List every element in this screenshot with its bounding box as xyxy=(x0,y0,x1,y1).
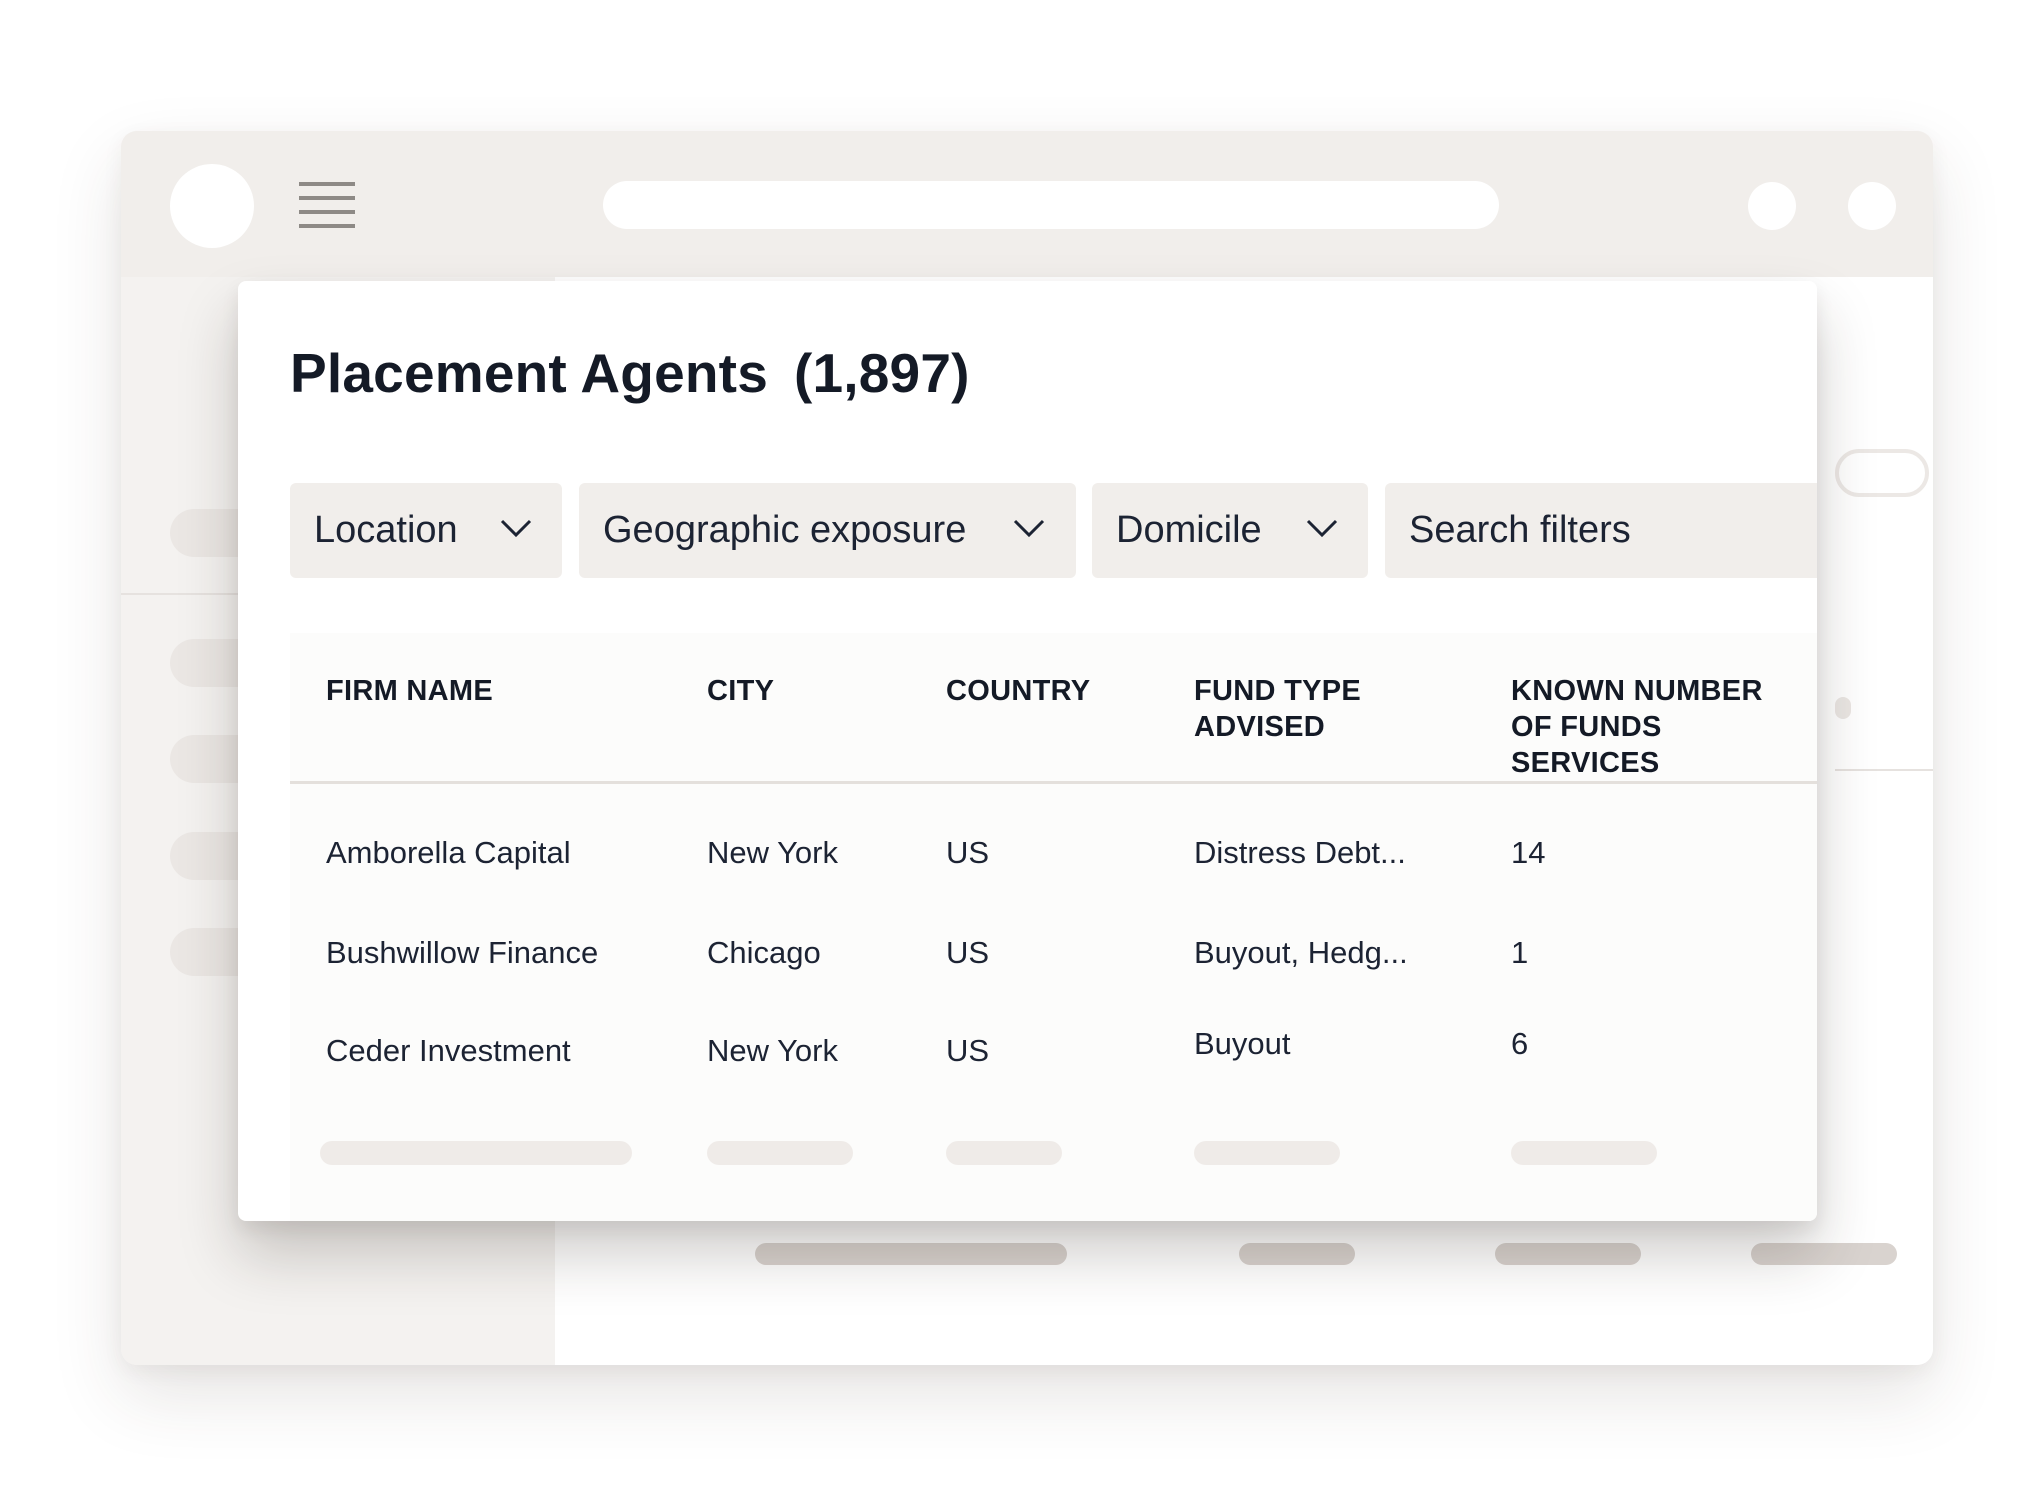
chevron-down-icon xyxy=(1013,518,1045,540)
table-row-3-city: New York xyxy=(707,1033,838,1068)
chevron-down-icon xyxy=(500,518,532,540)
column-header-firm-name[interactable]: FIRM NAME xyxy=(326,673,493,709)
table-row-2-firm[interactable]: Bushwillow Finance xyxy=(326,935,598,971)
search-filters-placeholder: Search filters xyxy=(1409,509,1631,551)
loading-placeholder xyxy=(707,1141,853,1165)
table-row-3-country: US xyxy=(946,1033,990,1068)
background-placeholder xyxy=(1835,697,1851,719)
background-placeholder xyxy=(1751,1243,1897,1265)
table-row-3-funds: 6 xyxy=(1511,1026,1529,1061)
table-row-1-funds: 14 xyxy=(1511,835,1546,870)
geographic-exposure-filter-label: Geographic exposure xyxy=(603,509,967,551)
table-header-divider xyxy=(290,781,1817,784)
browser-top-bar xyxy=(121,131,1933,277)
table-row-1-country: US xyxy=(946,835,990,870)
page-title-text: Placement Agents xyxy=(290,342,768,404)
background-placeholder xyxy=(1495,1243,1641,1265)
table-row-2-city: Chicago xyxy=(707,935,821,970)
location-filter-dropdown[interactable]: Location xyxy=(290,483,562,578)
column-header-known-funds[interactable]: KNOWN NUMBER OF FUNDS SERVICES xyxy=(1511,673,1817,781)
result-count: (1,897) xyxy=(793,342,970,404)
loading-placeholder xyxy=(1194,1141,1340,1165)
column-header-fund-type[interactable]: FUND TYPE ADVISED xyxy=(1194,673,1361,745)
table-row-2-funds: 1 xyxy=(1511,935,1529,970)
column-header-city[interactable]: CITY xyxy=(707,673,774,709)
background-placeholder xyxy=(1835,449,1929,497)
avatar[interactable] xyxy=(170,164,254,248)
table-row-2-country: US xyxy=(946,935,990,970)
address-bar[interactable] xyxy=(603,181,1499,229)
table-row-1-city: New York xyxy=(707,835,838,870)
domicile-filter-label: Domicile xyxy=(1116,509,1262,551)
loading-placeholder xyxy=(320,1141,632,1165)
table-row-2-fund-type: Buyout, Hedg... xyxy=(1194,935,1408,970)
table-row-3-firm[interactable]: Ceder Investment xyxy=(326,1033,571,1069)
search-filters-input[interactable]: Search filters xyxy=(1385,483,1817,578)
hamburger-menu-icon[interactable] xyxy=(299,182,355,228)
toolbar-dot-button[interactable] xyxy=(1748,182,1796,230)
agents-table: FIRM NAME CITY COUNTRY FUND TYPE ADVISED… xyxy=(290,633,1817,1221)
domicile-filter-dropdown[interactable]: Domicile xyxy=(1092,483,1368,578)
placement-agents-card: Placement Agents (1,897) Location Geograp… xyxy=(238,281,1817,1221)
location-filter-label: Location xyxy=(314,509,458,551)
chevron-down-icon xyxy=(1306,518,1338,540)
toolbar-dot-button[interactable] xyxy=(1848,182,1896,230)
table-row-1-fund-type: Distress Debt... xyxy=(1194,835,1406,870)
background-divider xyxy=(1835,769,1933,771)
column-header-country[interactable]: COUNTRY xyxy=(946,673,1090,709)
background-placeholder xyxy=(1239,1243,1355,1265)
table-row-3-fund-type: Buyout xyxy=(1194,1026,1291,1061)
background-placeholder xyxy=(755,1243,1067,1265)
loading-placeholder xyxy=(1511,1141,1657,1165)
loading-placeholder xyxy=(946,1141,1062,1165)
geographic-exposure-filter-dropdown[interactable]: Geographic exposure xyxy=(579,483,1076,578)
table-row-1-firm[interactable]: Amborella Capital xyxy=(326,835,571,871)
page-title: Placement Agents (1,897) xyxy=(290,341,970,405)
